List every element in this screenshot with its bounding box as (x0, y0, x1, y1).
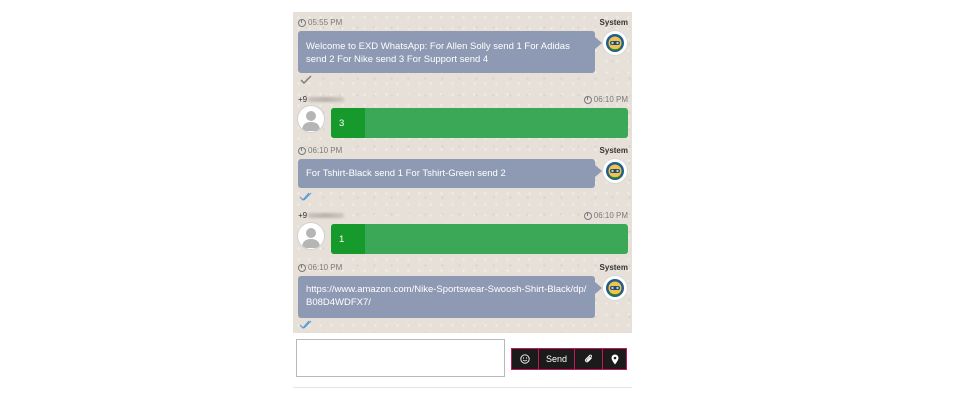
message-sender: +9 (298, 211, 345, 220)
bot-avatar (603, 31, 627, 55)
system-message-bubble: https://www.amazon.com/Nike-Sportswear-S… (298, 276, 602, 318)
phone-number-redacted (308, 97, 345, 103)
user-avatar (298, 106, 324, 132)
message-input[interactable] (296, 339, 505, 377)
bot-avatar (603, 159, 627, 183)
user-silhouette-icon (302, 111, 320, 131)
message-text: Welcome to EXD WhatsApp: For Allen Solly… (306, 41, 570, 65)
double-check-icon (299, 320, 312, 329)
clock-icon (298, 18, 306, 27)
location-button[interactable] (603, 348, 627, 370)
message-sender: System (599, 18, 628, 27)
message-timestamp: 05:55 PM (298, 18, 342, 27)
clock-icon (298, 146, 306, 155)
message-text: For Tshirt-Black send 1 For Tshirt-Green… (306, 168, 506, 179)
emoji-button[interactable] (511, 348, 539, 370)
message-timestamp: 06:10 PM (583, 211, 628, 220)
message-composer: Send (293, 333, 632, 388)
user-message-bubble: 1 (331, 224, 628, 254)
message-sender: +9 (298, 95, 345, 104)
clock-icon (583, 95, 592, 104)
clock-icon (583, 211, 592, 220)
message-text: 1 (331, 224, 365, 254)
system-message-bubble: Welcome to EXD WhatsApp: For Allen Solly… (298, 31, 602, 73)
phone-number-redacted (308, 213, 345, 219)
smiley-icon (520, 354, 530, 364)
composer-actions: Send (511, 348, 627, 370)
message-timestamp: 06:10 PM (298, 263, 342, 272)
message-sender: System (599, 146, 628, 155)
location-pin-icon (611, 354, 618, 364)
user-silhouette-icon (302, 228, 320, 248)
user-avatar (298, 223, 324, 249)
clock-icon (298, 263, 306, 272)
paperclip-icon (584, 354, 592, 363)
message-timestamp: 06:10 PM (583, 95, 628, 104)
user-message-bubble: 3 (331, 108, 628, 138)
message-link[interactable]: https://www.amazon.com/Nike-Sportswear-S… (306, 284, 586, 308)
bot-logo-icon (606, 279, 624, 297)
chat-panel[interactable]: 05:55 PM System Welcome to EXD WhatsApp:… (293, 12, 632, 333)
message-timestamp: 06:10 PM (298, 146, 342, 155)
message-sender: System (599, 263, 628, 272)
single-check-icon (300, 75, 312, 84)
bot-logo-icon (606, 34, 624, 52)
double-check-icon (299, 192, 312, 201)
system-message-bubble: For Tshirt-Black send 1 For Tshirt-Green… (298, 159, 602, 188)
attach-button[interactable] (575, 348, 603, 370)
send-button[interactable]: Send (539, 348, 575, 370)
bot-avatar (603, 276, 627, 300)
bot-logo-icon (606, 162, 624, 180)
message-text: 3 (331, 108, 365, 138)
